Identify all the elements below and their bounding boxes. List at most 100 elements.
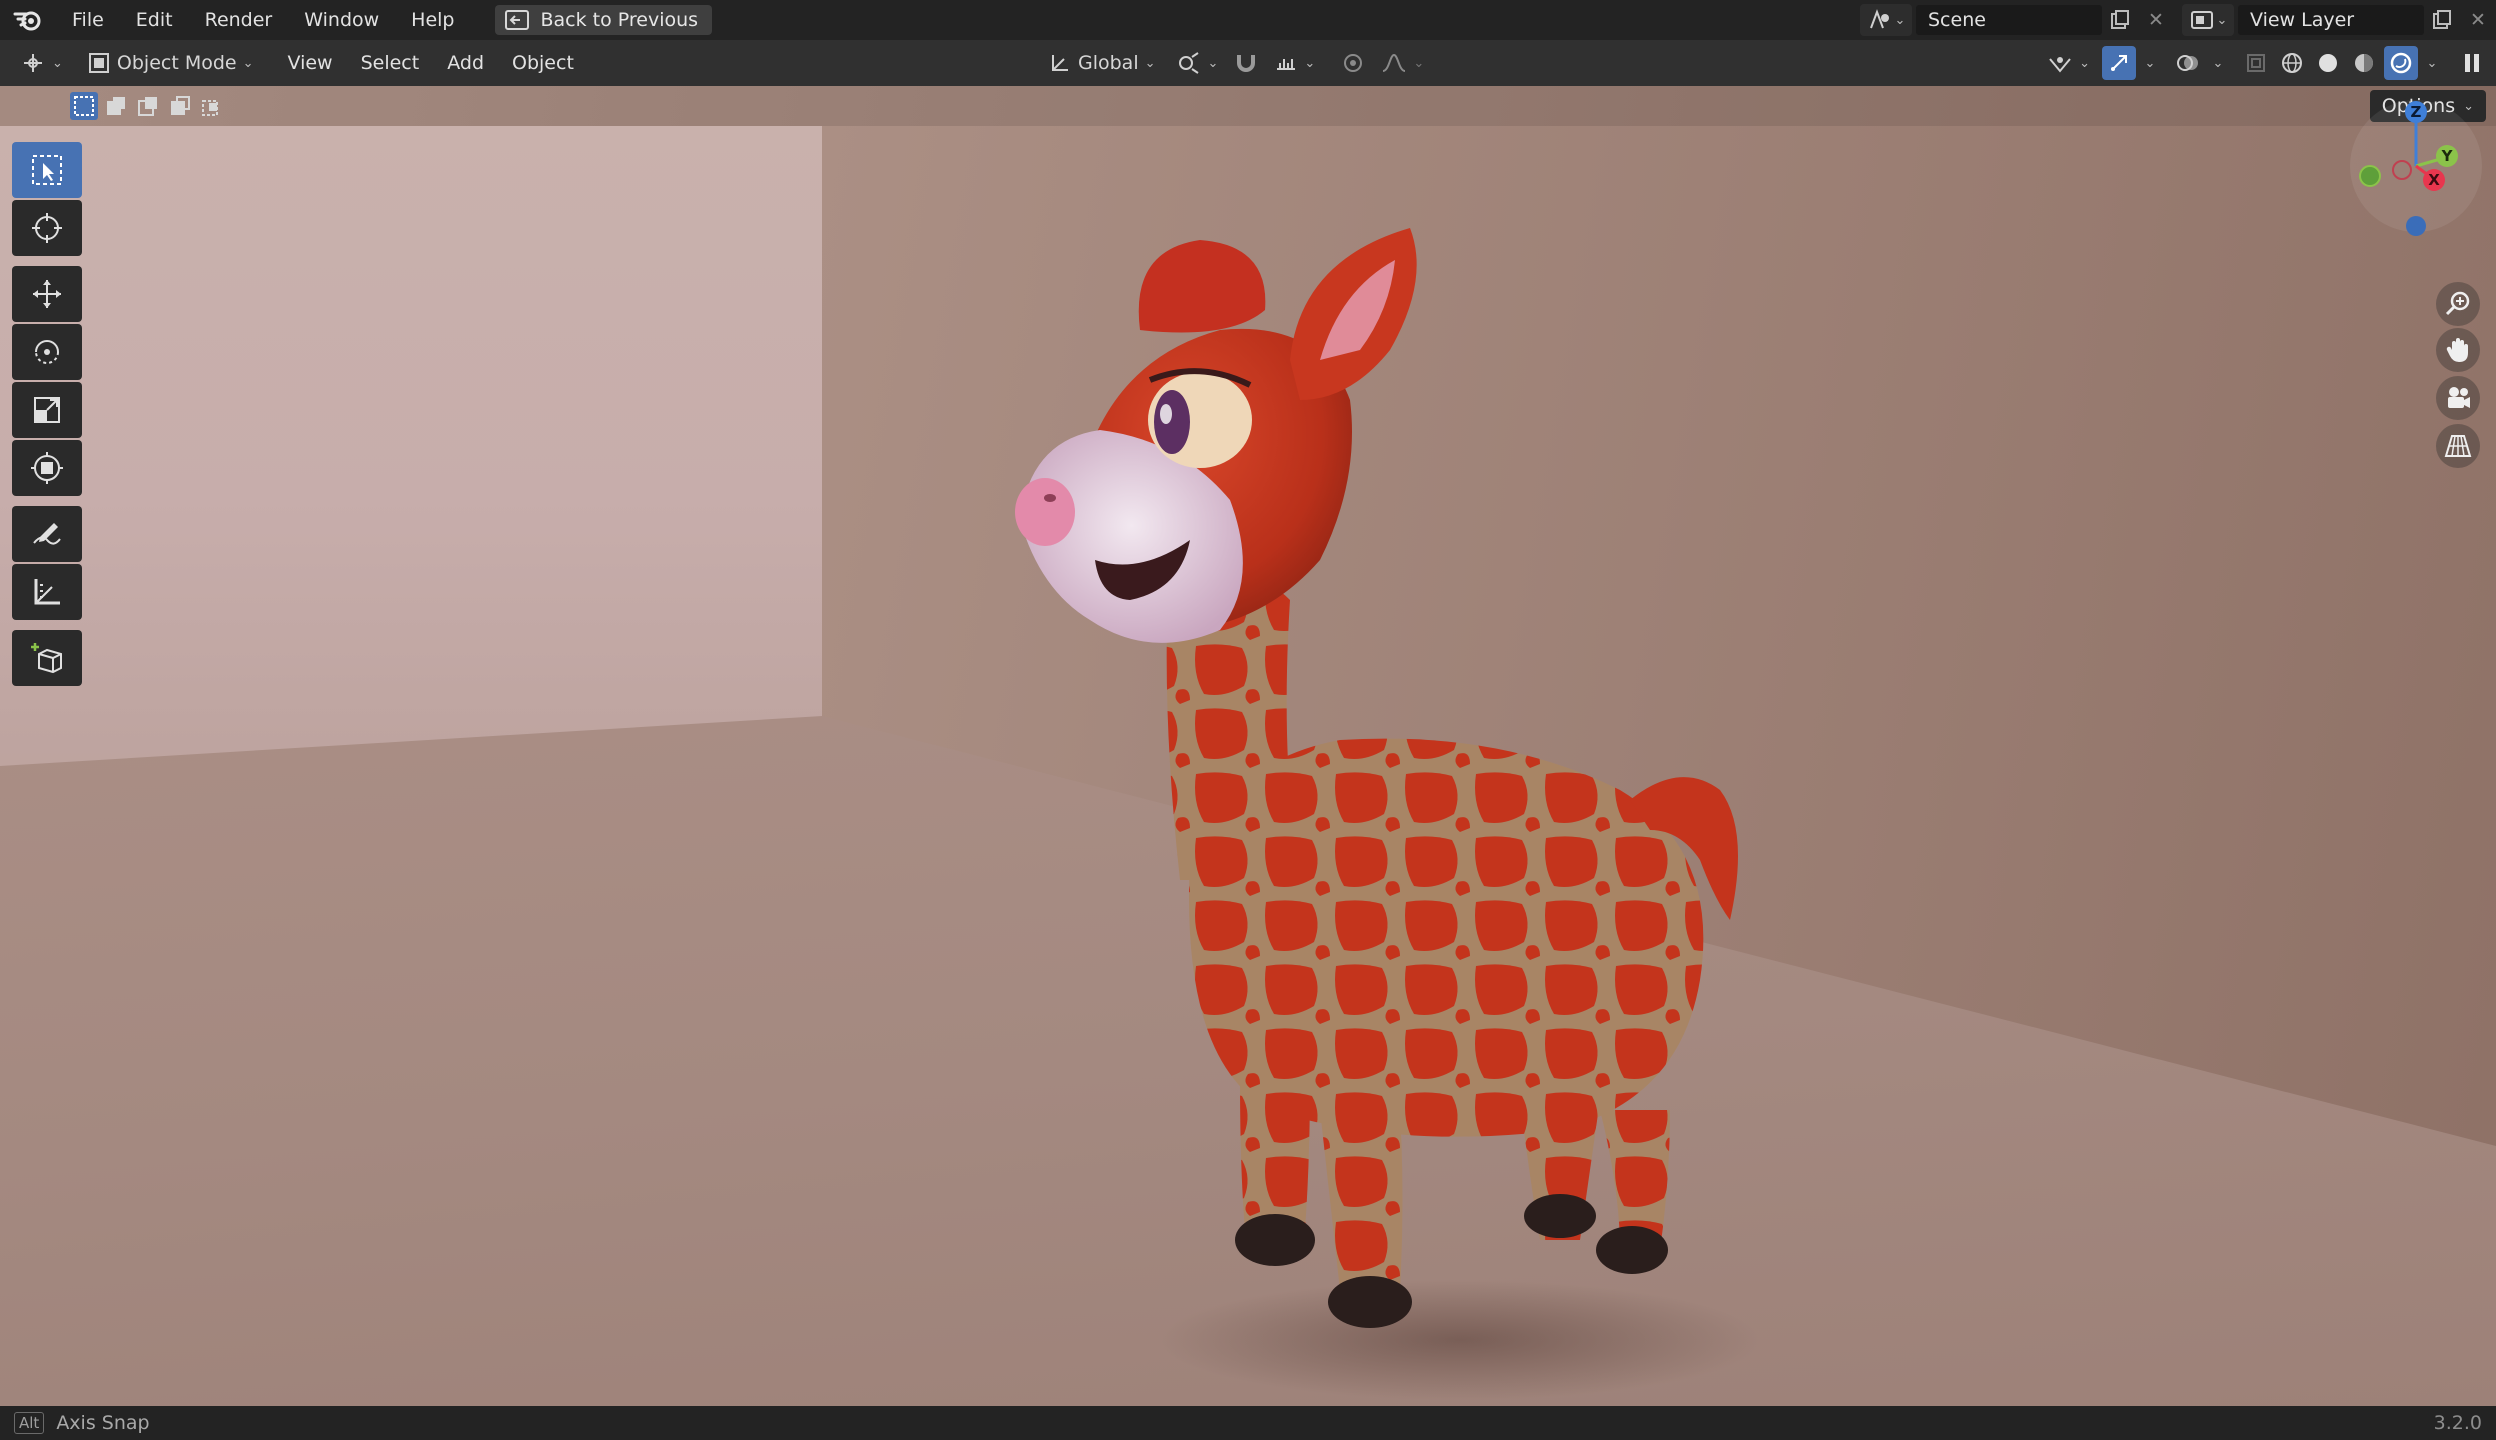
magnet-icon bbox=[1237, 55, 1256, 72]
view-layer-name-field[interactable]: View Layer bbox=[2238, 5, 2424, 35]
overlays-dropdown[interactable]: ⌄ bbox=[2208, 46, 2228, 80]
transform-tool[interactable] bbox=[12, 440, 82, 496]
new-view-layer-icon[interactable] bbox=[2424, 4, 2460, 36]
gizmo-neg-y-handle[interactable] bbox=[2359, 165, 2381, 187]
chevron-down-icon: ⌄ bbox=[2426, 55, 2438, 71]
editor-type-dropdown[interactable]: ⌄ bbox=[12, 46, 71, 80]
menu-view[interactable]: View bbox=[274, 40, 347, 86]
gizmo-y-label: Y bbox=[2441, 147, 2454, 165]
orientation-dropdown[interactable]: Global ⌄ bbox=[1040, 46, 1164, 80]
3d-viewport-icon bbox=[24, 54, 42, 72]
shading-dropdown[interactable]: ⌄ bbox=[2422, 46, 2442, 80]
menu-help[interactable]: Help bbox=[395, 0, 470, 40]
menu-object[interactable]: Object bbox=[498, 40, 588, 86]
shading-wireframe-button[interactable] bbox=[2276, 46, 2308, 80]
chevron-down-icon: ⌄ bbox=[2216, 12, 2228, 28]
xray-toggle[interactable] bbox=[2240, 46, 2272, 80]
gizmo-toggle[interactable] bbox=[2102, 46, 2136, 80]
menu-add[interactable]: Add bbox=[433, 40, 498, 86]
menu-window[interactable]: Window bbox=[288, 0, 395, 40]
menu-render[interactable]: Render bbox=[189, 0, 289, 40]
overlays-toggle[interactable] bbox=[2172, 46, 2204, 80]
viewport-display-controls: ⌄ ⌄ ⌄ ⌄ bbox=[2039, 40, 2488, 86]
camera-view-button[interactable] bbox=[2436, 376, 2480, 420]
move-tool[interactable] bbox=[12, 266, 82, 322]
annotate-tool[interactable] bbox=[12, 506, 82, 562]
select-intersect-icon bbox=[202, 100, 218, 116]
pivot-point-dropdown[interactable]: ⌄ bbox=[1168, 46, 1227, 80]
top-right-controls: ⌄ Scene ✕ ⌄ View Layer ✕ bbox=[1860, 0, 2496, 40]
shading-material-button[interactable] bbox=[2348, 46, 2380, 80]
pause-icon bbox=[2465, 54, 2479, 72]
wireframe-sphere-icon bbox=[2282, 53, 2302, 73]
grid-perspective-icon bbox=[2444, 435, 2472, 457]
chevron-down-icon: ⌄ bbox=[2079, 55, 2090, 71]
mode-dropdown[interactable]: Object Mode ⌄ bbox=[79, 46, 262, 80]
select-new-icon bbox=[74, 96, 94, 116]
menu-file[interactable]: File bbox=[56, 0, 120, 40]
chevron-down-icon: ⌄ bbox=[1304, 55, 1316, 71]
proportional-editing-toggle[interactable] bbox=[1337, 46, 1369, 80]
hand-pan-icon bbox=[2446, 338, 2468, 362]
navigation-gizmo[interactable]: Z Y X bbox=[2346, 96, 2486, 236]
select-invert-mode[interactable] bbox=[166, 92, 194, 120]
snap-target-dropdown[interactable]: ⌄ bbox=[1266, 46, 1323, 80]
orientation-label: Global bbox=[1078, 52, 1139, 74]
select-invert-icon bbox=[171, 96, 190, 115]
selection-mode-group bbox=[70, 92, 226, 120]
add-cube-tool[interactable] bbox=[12, 630, 82, 686]
menu-edit[interactable]: Edit bbox=[120, 0, 189, 40]
pan-view-button[interactable] bbox=[2436, 328, 2480, 372]
select-subtract-mode[interactable] bbox=[134, 92, 162, 120]
axis-snap-hint: Axis Snap bbox=[56, 1412, 150, 1434]
view-layer-browse-button[interactable]: ⌄ bbox=[2182, 4, 2234, 36]
shading-solid-button[interactable] bbox=[2312, 46, 2344, 80]
back-to-previous-button[interactable]: Back to Previous bbox=[494, 5, 713, 35]
gizmo-x-label: X bbox=[2428, 171, 2440, 189]
rotate-tool[interactable] bbox=[12, 324, 82, 380]
gizmo-neg-z-handle[interactable] bbox=[2406, 216, 2426, 236]
select-subtract-icon bbox=[138, 97, 157, 116]
blender-version: 3.2.0 bbox=[2433, 1412, 2482, 1434]
blender-logo-icon[interactable] bbox=[0, 0, 56, 40]
status-bar: Alt Axis Snap 3.2.0 bbox=[0, 1406, 2496, 1440]
menu-select[interactable]: Select bbox=[347, 40, 434, 86]
mode-label: Object Mode bbox=[116, 52, 237, 74]
pause-render-button[interactable] bbox=[2456, 46, 2488, 80]
measure-tool[interactable] bbox=[12, 564, 82, 620]
giraffe-render bbox=[1015, 228, 1760, 1400]
close-scene-icon[interactable]: ✕ bbox=[2138, 4, 2174, 36]
select-new-mode[interactable] bbox=[70, 92, 98, 120]
scene-browse-button[interactable]: ⌄ bbox=[1860, 4, 1912, 36]
select-extend-mode[interactable] bbox=[102, 92, 130, 120]
zoom-view-button[interactable] bbox=[2436, 282, 2480, 326]
chevron-down-icon: ⌄ bbox=[1207, 55, 1219, 71]
annotate-pencil-icon bbox=[33, 523, 61, 545]
falloff-dropdown[interactable]: ⌄ bbox=[1373, 46, 1432, 80]
chevron-down-icon: ⌄ bbox=[2212, 55, 2224, 71]
camera-icon bbox=[2448, 387, 2470, 408]
pivot-icon bbox=[1178, 52, 1199, 74]
gizmo-dropdown[interactable]: ⌄ bbox=[2140, 46, 2160, 80]
projection-toggle-button[interactable] bbox=[2436, 424, 2480, 468]
chevron-down-icon: ⌄ bbox=[2144, 55, 2156, 71]
proportional-edit-icon bbox=[1344, 54, 1363, 72]
close-view-layer-icon[interactable]: ✕ bbox=[2460, 4, 2496, 36]
falloff-curve-icon bbox=[1383, 53, 1406, 72]
shading-rendered-button[interactable] bbox=[2384, 46, 2418, 80]
cursor-tool[interactable] bbox=[12, 200, 82, 256]
material-sphere-icon bbox=[2355, 54, 2373, 72]
move-icon bbox=[33, 280, 61, 308]
scale-tool[interactable] bbox=[12, 382, 82, 438]
select-intersect-mode[interactable] bbox=[198, 92, 226, 120]
gizmo-icon bbox=[2111, 55, 2127, 71]
transform-controls: Global ⌄ ⌄ ⌄ ⌄ bbox=[1040, 40, 1432, 86]
object-visibility-dropdown[interactable]: ⌄ bbox=[2039, 46, 2098, 80]
object-mode-icon bbox=[88, 53, 109, 73]
select-box-tool[interactable] bbox=[12, 142, 82, 198]
3d-viewport[interactable]: Options ⌄ bbox=[0, 86, 2496, 1406]
snap-toggle[interactable] bbox=[1230, 46, 1262, 80]
alt-key-hint: Alt bbox=[14, 1412, 45, 1434]
new-scene-icon[interactable] bbox=[2102, 4, 2138, 36]
scene-name-field[interactable]: Scene bbox=[1916, 5, 2102, 35]
